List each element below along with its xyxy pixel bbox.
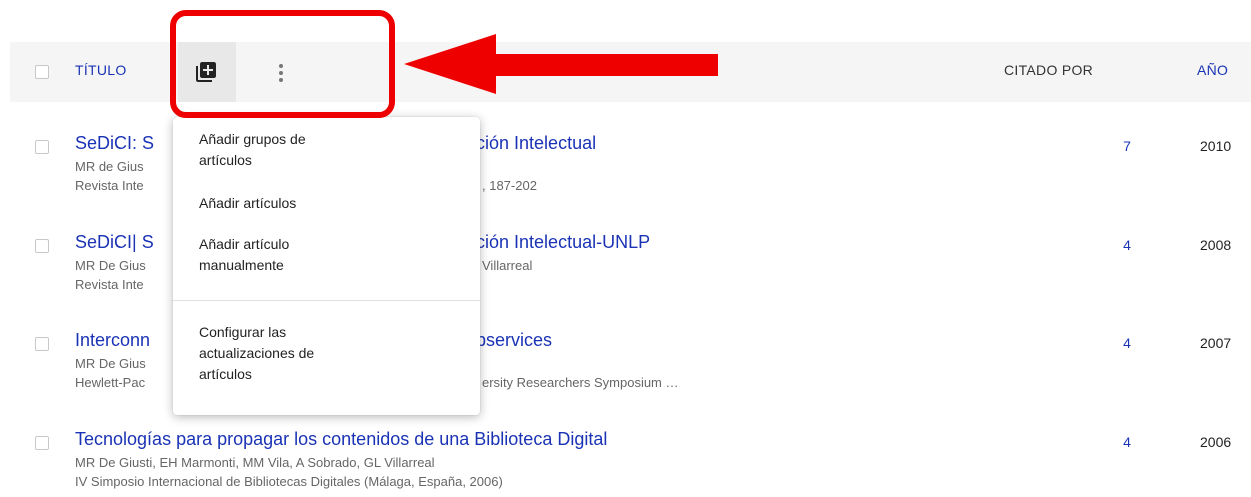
- article-authors-start: MR De Gius: [75, 258, 146, 273]
- article-venue-end: , 187-202: [482, 178, 537, 193]
- article-title-end[interactable]: ación Intelectual: [466, 133, 596, 154]
- article-venue-start: Revista Inte: [75, 178, 144, 193]
- article-authors-start: MR De Gius: [75, 356, 146, 371]
- cited-by-count[interactable]: 4: [1118, 237, 1136, 253]
- article-title-start[interactable]: Interconn: [75, 330, 150, 351]
- article-authors: MR De Giusti, EH Marmonti, MM Vila, A So…: [75, 455, 435, 470]
- sort-by-year-link[interactable]: AÑO: [1197, 62, 1228, 78]
- article-year: 2006: [1200, 434, 1232, 450]
- menu-configure-updates[interactable]: Configurar las actualizaciones de artícu…: [199, 322, 459, 385]
- article-title-start[interactable]: SeDiCI: S: [75, 133, 154, 154]
- menu-add-article-manually[interactable]: Añadir artículo manualmente: [199, 234, 459, 276]
- highlight-box: [170, 10, 395, 118]
- article-title[interactable]: Tecnologías para propagar los contenidos…: [75, 429, 607, 450]
- article-checkbox[interactable]: [35, 436, 49, 450]
- article-year: 2010: [1200, 138, 1232, 154]
- article-title-start[interactable]: SeDiCI| S: [75, 232, 154, 253]
- menu-add-articles[interactable]: Añadir artículos: [199, 193, 459, 214]
- cited-by-count[interactable]: 7: [1118, 138, 1136, 154]
- article-venue-end: ersity Researchers Symposium …: [482, 375, 679, 390]
- article-authors-end: Villarreal: [482, 258, 533, 273]
- article-title-end[interactable]: ación Intelectual-UNLP: [466, 232, 650, 253]
- article-venue-start: Hewlett-Pac: [75, 375, 146, 390]
- article-venue-start: Revista Inte: [75, 277, 144, 292]
- article-row: Tecnologías para propagar los contenidos…: [0, 429, 1251, 497]
- article-checkbox[interactable]: [35, 239, 49, 253]
- article-year: 2007: [1200, 335, 1232, 351]
- article-authors: MR de Gius: [75, 159, 144, 174]
- sort-by-title-link[interactable]: TÍTULO: [75, 62, 127, 78]
- cited-by-header: CITADO POR: [1004, 62, 1094, 78]
- cited-by-count[interactable]: 4: [1118, 335, 1136, 351]
- red-arrow-icon: [404, 34, 718, 94]
- article-year: 2008: [1200, 237, 1232, 253]
- add-articles-menu: Añadir grupos de artículos Añadir artícu…: [173, 117, 480, 415]
- select-all-checkbox[interactable]: [35, 65, 49, 79]
- article-checkbox[interactable]: [35, 140, 49, 154]
- cited-by-count[interactable]: 4: [1118, 434, 1136, 450]
- article-checkbox[interactable]: [35, 337, 49, 351]
- menu-divider: [173, 300, 480, 301]
- article-venue: IV Simposio Internacional de Bibliotecas…: [75, 474, 503, 489]
- menu-add-article-groups[interactable]: Añadir grupos de artículos: [199, 129, 459, 171]
